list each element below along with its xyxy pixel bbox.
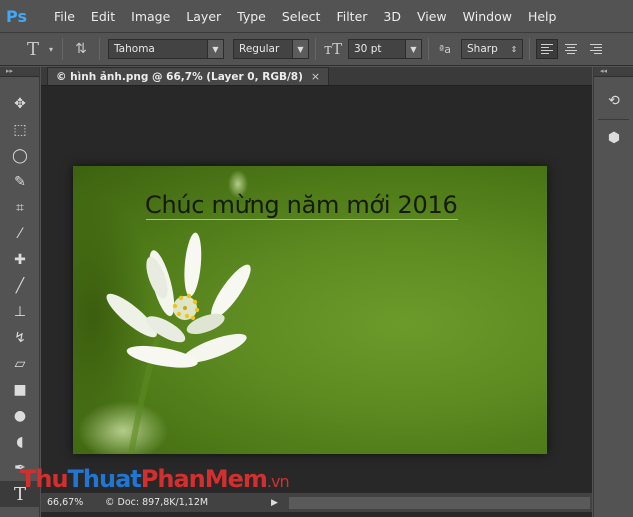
close-icon[interactable]: × <box>311 70 320 83</box>
panel-collapse-icon[interactable]: ▸▸ <box>0 67 39 77</box>
divider <box>428 38 429 60</box>
watermark-part-vn: .vn <box>266 472 290 491</box>
menu-3d[interactable]: 3D <box>375 0 409 33</box>
crop-tool-icon[interactable]: ⌗ <box>0 195 40 221</box>
menu-help[interactable]: Help <box>520 0 565 33</box>
document-tab[interactable]: © hình ảnh.png @ 66,7% (Layer 0, RGB/8) … <box>47 67 330 85</box>
chevron-down-icon: ▼ <box>405 40 421 58</box>
chevron-down-icon: ▼ <box>207 40 223 58</box>
healing-brush-tool-icon[interactable]: ✚ <box>0 247 40 273</box>
text-orientation-icon[interactable]: ⇅ <box>69 41 93 57</box>
font-size-select[interactable]: 30 pt ▼ <box>348 39 422 59</box>
chevron-down-icon[interactable]: ▾ <box>46 45 56 54</box>
menu-filter[interactable]: Filter <box>328 0 375 33</box>
blur-tool-icon[interactable]: ● <box>0 403 40 429</box>
status-menu-arrow-icon[interactable]: ▶ <box>271 498 287 508</box>
menu-edit[interactable]: Edit <box>83 0 123 33</box>
antialias-icon: ªa <box>439 42 451 56</box>
clone-stamp-tool-icon[interactable]: ⊥ <box>0 299 40 325</box>
document-image[interactable]: Chúc mừng năm mới 2016 <box>73 166 547 454</box>
panel-expand-icon[interactable]: ◂◂ <box>594 67 633 77</box>
font-family-select[interactable]: Tahoma ▼ <box>108 39 224 59</box>
chevron-updown-icon: ⇕ <box>510 44 518 54</box>
menu-type[interactable]: Type <box>229 0 274 33</box>
divider <box>315 38 316 60</box>
photoshop-logo: Ps <box>6 6 27 26</box>
antialias-value: Sharp <box>467 43 498 55</box>
chevron-down-icon: ▼ <box>292 40 308 58</box>
lasso-tool-icon[interactable]: ◯ <box>0 143 40 169</box>
horizontal-scrollbar[interactable] <box>289 496 590 509</box>
divider <box>99 38 100 60</box>
watermark-part-thuat: Thuat <box>67 465 142 493</box>
text-baseline <box>146 219 458 220</box>
quick-selection-tool-icon[interactable]: ✎ <box>0 169 40 195</box>
divider <box>62 38 63 60</box>
zoom-level[interactable]: 66,67% <box>41 497 93 508</box>
font-style-select[interactable]: Regular ▼ <box>233 39 309 59</box>
brush-tool-icon[interactable]: ╱ <box>0 273 40 299</box>
site-watermark: ThuThuatPhanMem.vn <box>20 465 290 493</box>
menu-select[interactable]: Select <box>274 0 329 33</box>
collapsed-panels: ◂◂ ⟲ ⬢ <box>593 67 633 517</box>
align-left-button[interactable] <box>536 39 558 59</box>
menu-bar: Ps File Edit Image Layer Type Select Fil… <box>0 0 633 33</box>
options-bar: T ▾ ⇅ Tahoma ▼ Regular ▼ ᴛT 30 pt ▼ ªa S… <box>0 33 633 66</box>
doc-size-info[interactable]: © Doc: 897,8K/1,12M <box>93 497 271 508</box>
tools-panel: ▸▸ ✥ ⬚ ◯ ✎ ⌗ ⁄ ✚ ╱ ⊥ ↯ ▱ ■ ● ◖ ✒ T <box>0 67 40 517</box>
menu-image[interactable]: Image <box>123 0 178 33</box>
history-brush-tool-icon[interactable]: ↯ <box>0 325 40 351</box>
font-family-value: Tahoma <box>114 43 155 55</box>
document-window: © hình ảnh.png @ 66,7% (Layer 0, RGB/8) … <box>41 67 592 517</box>
gradient-tool-icon[interactable]: ■ <box>0 377 40 403</box>
menu-view[interactable]: View <box>409 0 455 33</box>
marquee-tool-icon[interactable]: ⬚ <box>0 117 40 143</box>
divider <box>529 38 530 60</box>
canvas-text-layer[interactable]: Chúc mừng năm mới 2016 <box>145 191 458 219</box>
divider <box>598 119 629 120</box>
eraser-tool-icon[interactable]: ▱ <box>0 351 40 377</box>
watermark-part-thu: Thu <box>20 465 69 493</box>
font-size-icon: ᴛT <box>323 40 343 58</box>
type-tool-preset-icon[interactable]: T <box>20 39 46 60</box>
font-size-value: 30 pt <box>354 43 382 55</box>
font-style-value: Regular <box>239 43 280 55</box>
menu-layer[interactable]: Layer <box>178 0 229 33</box>
move-tool-icon[interactable]: ✥ <box>0 91 40 117</box>
align-center-button[interactable] <box>561 39 583 59</box>
status-bar: 66,67% © Doc: 897,8K/1,12M ▶ <box>41 492 592 512</box>
antialias-select[interactable]: Sharp ⇕ <box>461 39 523 59</box>
align-right-button[interactable] <box>586 39 608 59</box>
history-panel-icon[interactable]: ⟲ <box>594 87 633 115</box>
menu-file[interactable]: File <box>46 0 83 33</box>
watermark-part-phanmem: PhanMem <box>140 465 268 493</box>
canvas-area[interactable]: Chúc mừng năm mới 2016 <box>41 87 592 492</box>
3d-panel-icon[interactable]: ⬢ <box>594 124 633 152</box>
eyedropper-tool-icon[interactable]: ⁄ <box>0 221 40 247</box>
document-tab-bar: © hình ảnh.png @ 66,7% (Layer 0, RGB/8) … <box>41 67 592 86</box>
menu-window[interactable]: Window <box>455 0 520 33</box>
document-tab-title: © hình ảnh.png @ 66,7% (Layer 0, RGB/8) <box>56 70 303 83</box>
dodge-tool-icon[interactable]: ◖ <box>0 429 40 455</box>
